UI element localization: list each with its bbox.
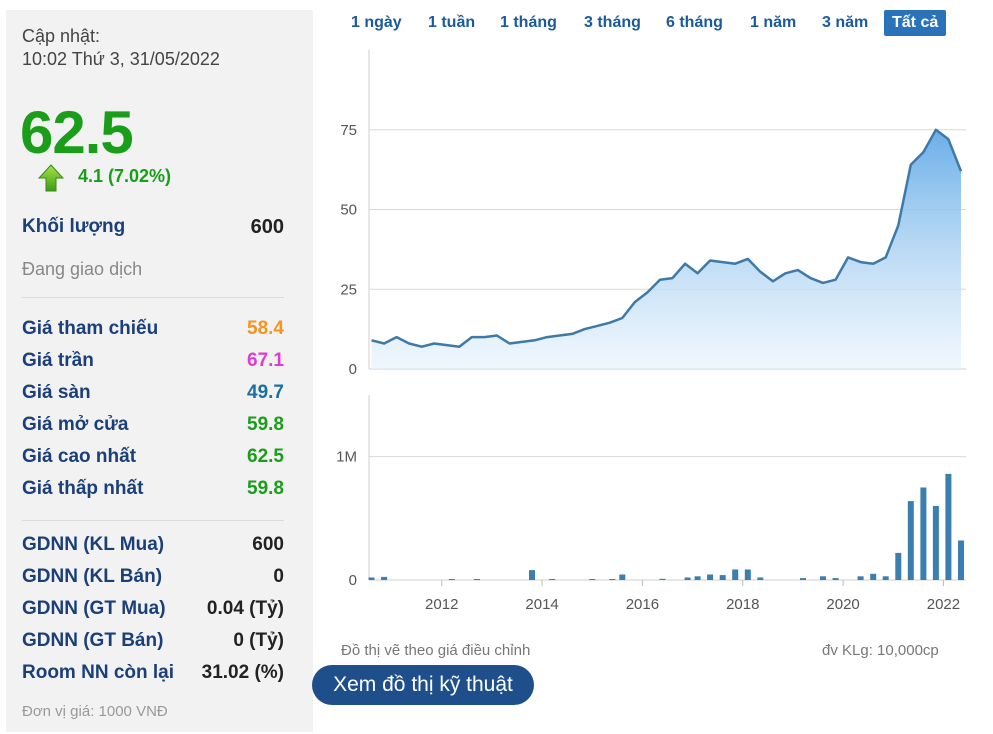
volume-bar (448, 579, 455, 580)
volume-bar (882, 576, 889, 580)
x-tick-label: 2020 (826, 596, 859, 613)
x-tick-label: 2014 (525, 596, 558, 613)
volume-bar (857, 576, 864, 580)
volume-bar (932, 506, 939, 580)
volume-bar (684, 577, 691, 580)
technical-chart-button[interactable]: Xem đồ thị kỹ thuật (312, 665, 534, 705)
volume-y-tick-label: 1M (336, 449, 357, 466)
x-tick-label: 2022 (927, 596, 960, 613)
volume-y-tick-label: 0 (349, 572, 357, 589)
volume-bar (381, 576, 388, 580)
volume-bar (473, 579, 480, 580)
volume-bar (895, 552, 902, 580)
adjusted-price-note: Đồ thị vẽ theo giá điều chỉnh (341, 642, 531, 659)
volume-bar (800, 578, 806, 580)
x-tick-label: 2016 (626, 596, 659, 613)
price-volume-chart: 0 25 50 75 0 1M 2012 2014 2016 2018 2020 2022 (336, 50, 966, 613)
volume-bar (870, 573, 877, 580)
volume-bar (619, 574, 626, 580)
volume-bar (945, 473, 952, 580)
price-y-tick-label: 50 (340, 202, 357, 219)
volume-bar (820, 576, 826, 580)
volume-bar (609, 579, 616, 580)
volume-bar (832, 578, 839, 580)
volume-bar (757, 577, 764, 580)
volume-bar (719, 575, 726, 580)
volume-bar (920, 487, 927, 580)
volume-bar (958, 540, 964, 580)
volume-bar (694, 576, 701, 580)
x-tick-label: 2018 (726, 596, 759, 613)
volume-bar (707, 574, 714, 580)
volume-bar (549, 579, 556, 580)
volume-bar (907, 501, 914, 580)
volume-bar (368, 577, 375, 580)
price-y-tick-label: 0 (349, 361, 357, 378)
price-area (371, 129, 961, 369)
volume-unit-note: đv KLg: 10,000cp (822, 642, 939, 659)
volume-bar (744, 569, 751, 580)
volume-bar (589, 579, 596, 580)
volume-bar (732, 569, 739, 580)
x-tick-label: 2012 (425, 596, 458, 613)
volume-bar (529, 570, 535, 580)
price-y-tick-label: 25 (340, 281, 357, 298)
volume-bar (659, 578, 666, 580)
price-y-tick-label: 75 (340, 122, 357, 139)
